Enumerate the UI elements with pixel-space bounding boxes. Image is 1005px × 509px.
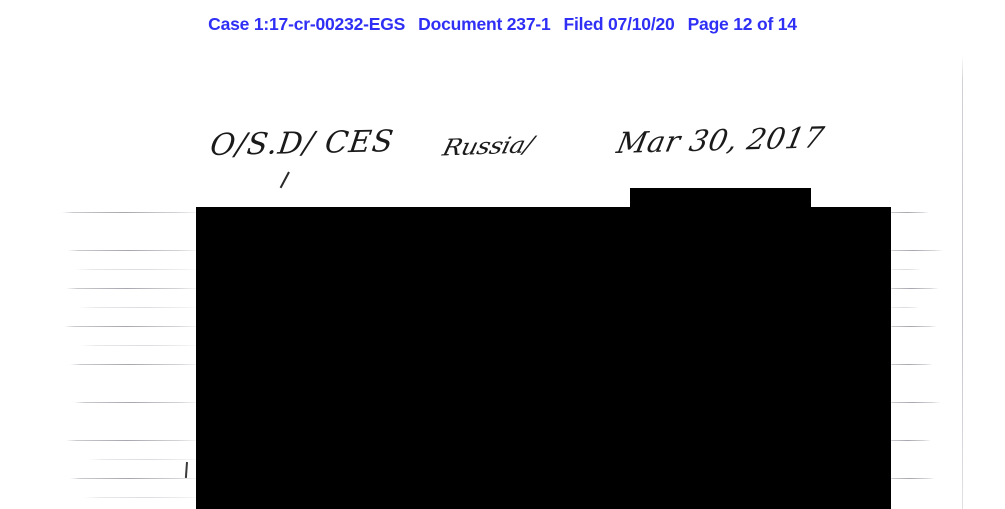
scan-rule-left: [70, 478, 202, 479]
right-margin-scan-line: [962, 55, 963, 509]
scan-rule-right: [889, 269, 921, 270]
scan-rule-left: [68, 250, 202, 251]
scan-rule-left: [66, 440, 202, 441]
scan-rule-left: [80, 345, 200, 346]
page-number: Page 12 of 14: [687, 14, 797, 34]
handwritten-office-code: O/S.D/ CES: [208, 124, 397, 163]
scan-rule-left: [70, 364, 202, 365]
filed-date: Filed 07/10/20: [563, 14, 675, 34]
scan-rule-right: [889, 478, 935, 479]
scan-rule-right: [889, 326, 937, 327]
scan-rule-left: [88, 459, 202, 460]
scan-rule-left: [74, 269, 200, 270]
ecf-header-stamp: Case 1:17-cr-00232-EGS Document 237-1 File…: [0, 14, 1005, 35]
scan-rule-left: [62, 212, 202, 213]
case-number: Case 1:17-cr-00232-EGS: [208, 14, 406, 34]
scan-rule-right: [889, 250, 943, 251]
ink-descender-stroke: [279, 171, 290, 189]
scan-rule-right: [889, 212, 929, 213]
scan-rule-right: [889, 364, 933, 365]
scan-rule-right: [889, 402, 941, 403]
ink-tick-mark: [184, 461, 188, 479]
scan-rule-right: [889, 307, 919, 308]
handwritten-date: Mar 30, 2017: [614, 120, 828, 160]
scan-rule-left: [64, 326, 202, 327]
scan-rule-right: [889, 440, 931, 441]
document-page: Case 1:17-cr-00232-EGS Document 237-1 File…: [0, 0, 1005, 509]
scan-rule-left: [84, 497, 202, 498]
scan-rule-right: [889, 288, 939, 289]
scan-rule-left: [66, 288, 202, 289]
handwritten-subject: Russia/: [440, 131, 536, 161]
redaction-block-upper-step: [630, 188, 811, 209]
scan-rule-left: [78, 307, 200, 308]
document-number: Document 237-1: [418, 14, 551, 34]
redaction-block-main: [196, 207, 891, 509]
scan-rule-left: [74, 402, 202, 403]
